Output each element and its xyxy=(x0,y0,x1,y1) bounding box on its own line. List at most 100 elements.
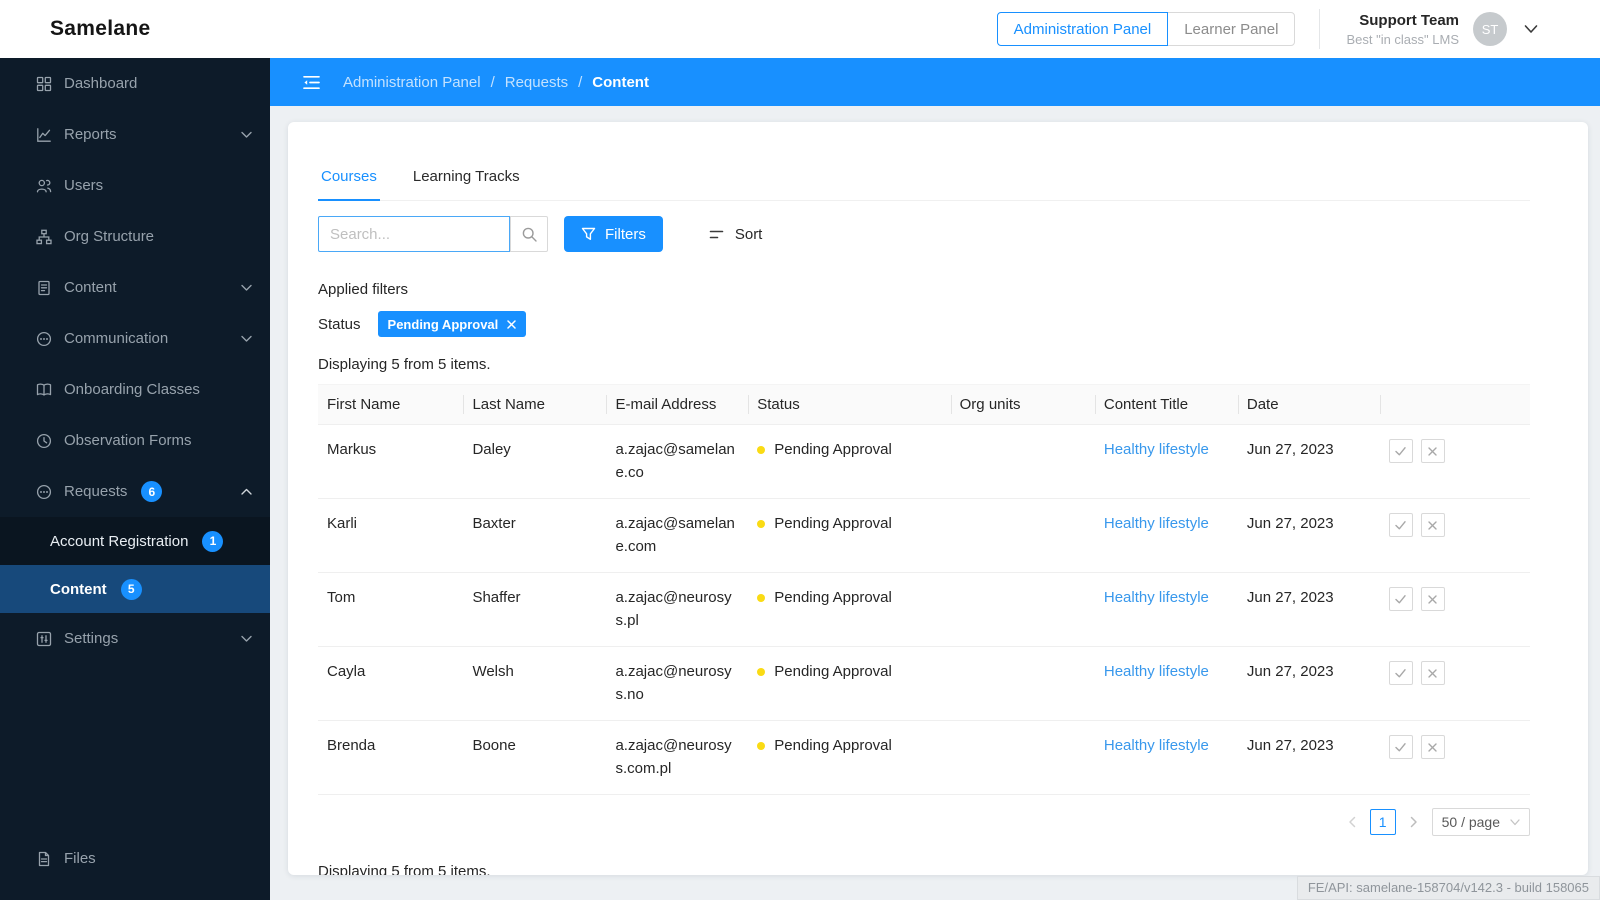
breadcrumb-item-administration-panel[interactable]: Administration Panel xyxy=(343,74,481,91)
breadcrumb-bar: Administration Panel / Requests / Conten… xyxy=(270,58,1600,106)
user-menu-chevron-down-icon[interactable] xyxy=(1524,24,1538,34)
org-units-cell xyxy=(950,720,1095,795)
sidebar-item-content[interactable]: Content xyxy=(0,262,270,313)
actions-cell xyxy=(1379,498,1530,573)
approve-button[interactable] xyxy=(1388,587,1413,611)
content-title-link[interactable]: Healthy lifestyle xyxy=(1104,589,1209,606)
menu-fold-icon[interactable] xyxy=(303,75,320,90)
last-name-cell: Daley xyxy=(463,424,607,499)
sort-control[interactable]: Sort xyxy=(709,225,763,243)
panel-toggle: Administration Panel Learner Panel xyxy=(996,12,1296,46)
learner-panel-button[interactable]: Learner Panel xyxy=(1167,12,1296,46)
last-name-cell: Boone xyxy=(463,720,607,795)
content-title-link[interactable]: Healthy lifestyle xyxy=(1104,515,1209,532)
sidebar-item-files[interactable]: Files xyxy=(0,833,270,884)
filters-button[interactable]: Filters xyxy=(564,216,663,252)
sidebar-item-label: Files xyxy=(64,850,96,867)
sidebar-item-communication[interactable]: Communication xyxy=(0,313,270,364)
reject-button[interactable] xyxy=(1420,439,1445,463)
prev-page-button[interactable] xyxy=(1344,816,1360,828)
sidebar-item-requests[interactable]: Requests 6 xyxy=(0,466,270,517)
next-page-button[interactable] xyxy=(1406,816,1422,828)
avatar[interactable]: ST xyxy=(1473,12,1507,46)
sidebar-item-label: Org Structure xyxy=(64,228,155,245)
sidebar: Dashboard Reports Users Org Structure Co… xyxy=(0,58,270,900)
first-name-cell: Brenda xyxy=(318,720,464,795)
org-units-cell xyxy=(950,572,1095,647)
column-header-last-name: Last Name xyxy=(463,384,607,425)
email-cell: a.zajac@samelane.co xyxy=(606,424,749,499)
status-chip-label: Pending Approval xyxy=(387,316,499,332)
search-button[interactable] xyxy=(510,216,548,252)
administration-panel-button[interactable]: Administration Panel xyxy=(996,12,1169,46)
first-name-cell: Cayla xyxy=(318,646,464,721)
content-title-link[interactable]: Healthy lifestyle xyxy=(1104,441,1209,458)
chevron-down-icon xyxy=(241,131,252,139)
actions-cell xyxy=(1379,720,1530,795)
content-title-link[interactable]: Healthy lifestyle xyxy=(1104,737,1209,754)
chevron-down-icon xyxy=(1510,818,1520,826)
user-name: Support Team xyxy=(1359,11,1459,29)
content-title-cell: Healthy lifestyle xyxy=(1094,720,1238,795)
reject-button[interactable] xyxy=(1420,587,1445,611)
first-name-cell: Tom xyxy=(318,572,464,647)
sidebar-item-reports[interactable]: Reports xyxy=(0,109,270,160)
search-input[interactable] xyxy=(318,216,510,252)
user-meta: Support Team Best "in class" LMS xyxy=(1346,12,1459,47)
org-units-cell xyxy=(950,646,1095,721)
table-row: Brenda Boone a.zajac@neurosys.com.pl Pen… xyxy=(318,720,1530,795)
sidebar-item-account-registration[interactable]: Account Registration 1 xyxy=(0,517,270,565)
requests-table: First Name Last Name E-mail Address Stat… xyxy=(318,384,1530,795)
breadcrumb-item-requests[interactable]: Requests xyxy=(505,74,568,91)
content-title-link[interactable]: Healthy lifestyle xyxy=(1104,663,1209,680)
sort-label: Sort xyxy=(734,225,763,243)
sidebar-item-org-structure[interactable]: Org Structure xyxy=(0,211,270,262)
approve-button[interactable] xyxy=(1388,439,1413,463)
app-header: Samelane Administration Panel Learner Pa… xyxy=(0,0,1600,58)
open-book-icon xyxy=(36,382,52,398)
status-text: Pending Approval xyxy=(774,737,892,754)
email-cell: a.zajac@neurosys.pl xyxy=(606,572,749,647)
page-number-button[interactable]: 1 xyxy=(1369,809,1396,835)
tab-courses[interactable]: Courses xyxy=(318,168,380,201)
page-size-select[interactable]: 50 / page xyxy=(1431,808,1530,836)
breadcrumb-item-content: Content xyxy=(592,73,649,91)
column-header-actions xyxy=(1379,384,1530,425)
chevron-down-icon xyxy=(241,284,252,292)
last-name-cell: Baxter xyxy=(463,498,607,573)
sidebar-item-observation-forms[interactable]: Observation Forms xyxy=(0,415,270,466)
sidebar-item-users[interactable]: Users xyxy=(0,160,270,211)
reject-button[interactable] xyxy=(1420,661,1445,685)
sidebar-item-requests-content[interactable]: Content 5 xyxy=(0,565,270,613)
last-name-cell: Shaffer xyxy=(463,572,607,647)
items-count-bottom: Displaying 5 from 5 items. xyxy=(318,863,491,875)
document-icon xyxy=(36,280,52,296)
breadcrumb-separator: / xyxy=(578,73,583,91)
reject-button[interactable] xyxy=(1420,513,1445,537)
reject-button[interactable] xyxy=(1420,735,1445,759)
status-cell: Pending Approval xyxy=(748,646,951,721)
sidebar-item-dashboard[interactable]: Dashboard xyxy=(0,58,270,109)
pagination: 1 50 / page xyxy=(318,808,1530,836)
column-header-date: Date xyxy=(1237,384,1380,425)
content-card: Courses Learning Tracks Filters Sort xyxy=(288,122,1588,875)
tab-learning-tracks[interactable]: Learning Tracks xyxy=(410,168,523,200)
tab-bar: Courses Learning Tracks xyxy=(318,168,1530,201)
approve-button[interactable] xyxy=(1388,735,1413,759)
approve-button[interactable] xyxy=(1388,513,1413,537)
status-cell: Pending Approval xyxy=(748,424,951,499)
first-name-cell: Markus xyxy=(318,424,464,499)
sidebar-item-label: Content xyxy=(64,279,117,296)
sidebar-item-label: Requests xyxy=(64,483,128,500)
file-icon xyxy=(36,851,52,867)
status-filter-chip: Pending Approval xyxy=(377,311,527,337)
email-cell: a.zajac@samelane.com xyxy=(606,498,749,573)
approve-button[interactable] xyxy=(1388,661,1413,685)
sidebar-item-label: Users xyxy=(64,177,104,194)
sidebar-item-settings[interactable]: Settings xyxy=(0,613,270,664)
sidebar-item-onboarding-classes[interactable]: Onboarding Classes xyxy=(0,364,270,415)
email-cell: a.zajac@neurosys.com.pl xyxy=(606,720,749,795)
sidebar-item-label: Observation Forms xyxy=(64,432,192,449)
status-dot xyxy=(757,520,766,529)
remove-filter-icon[interactable] xyxy=(507,319,517,329)
